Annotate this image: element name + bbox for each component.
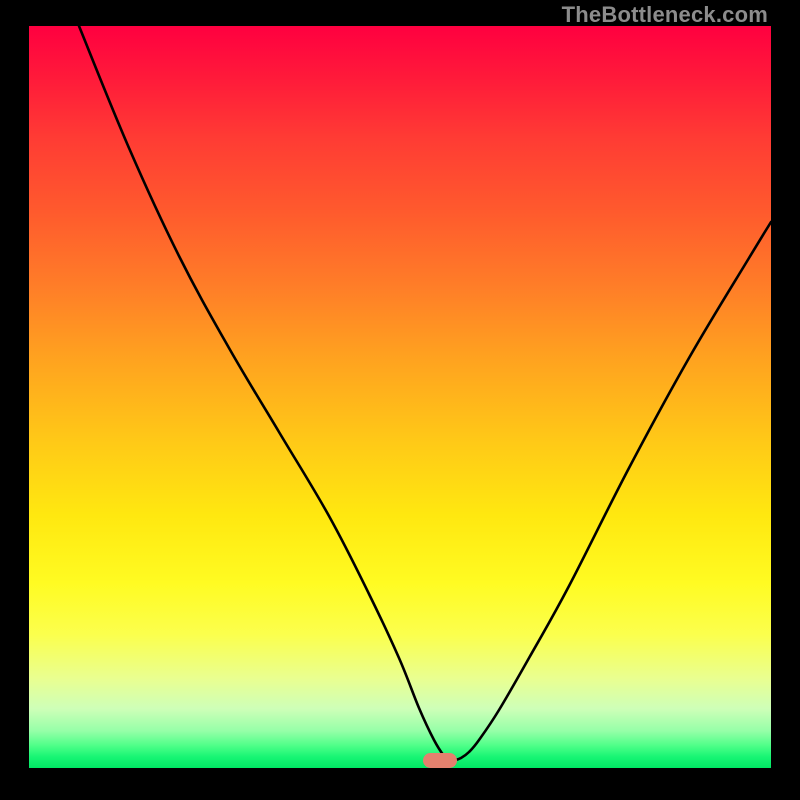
bottleneck-curve [29,26,771,768]
optimal-marker [423,753,457,768]
plot-area [29,26,771,768]
curve-path [79,26,771,760]
chart-frame: TheBottleneck.com [0,0,800,800]
watermark-text: TheBottleneck.com [562,2,768,28]
